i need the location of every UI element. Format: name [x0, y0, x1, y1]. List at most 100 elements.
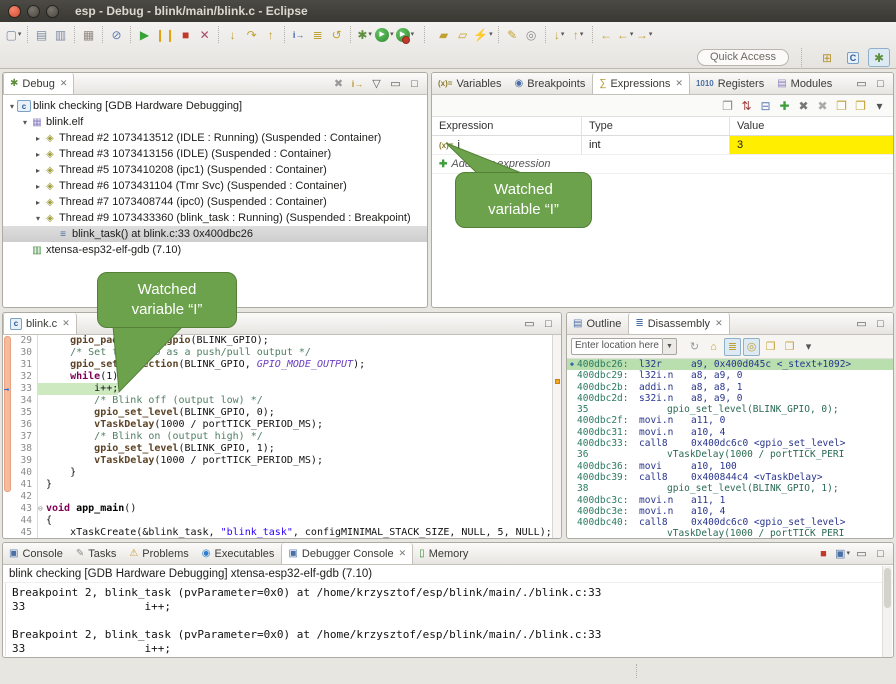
- annotation-column[interactable]: [552, 335, 561, 538]
- debug-icon[interactable]: ✱▾: [356, 26, 373, 44]
- new-wizard-icon[interactable]: ▢▾: [5, 26, 22, 44]
- console-scrollbar[interactable]: [882, 566, 892, 658]
- show-source-icon[interactable]: ≣: [724, 338, 741, 356]
- instruction-mode-icon[interactable]: i→: [349, 75, 366, 93]
- external-tools-icon[interactable]: ▶▾: [396, 26, 415, 44]
- close-icon[interactable]: ✕: [715, 318, 723, 329]
- debug-perspective-icon[interactable]: ✱: [868, 48, 890, 67]
- flash-icon[interactable]: ⚡▾: [473, 26, 492, 44]
- location-dropdown-icon[interactable]: ▼: [663, 338, 677, 355]
- line-number[interactable]: 40: [3, 467, 37, 479]
- location-input[interactable]: Enter location here: [571, 338, 663, 355]
- new-view-icon[interactable]: ❐: [833, 97, 850, 115]
- pin-view-icon[interactable]: ❐: [852, 97, 869, 115]
- home-icon[interactable]: ⌂: [705, 338, 722, 356]
- back-history-icon[interactable]: ←▾: [617, 26, 634, 44]
- back-icon[interactable]: ←: [598, 26, 615, 44]
- debug-tree-item[interactable]: ▾◈Thread #9 1073433360 (blink_task : Run…: [3, 210, 427, 226]
- add-expression-icon[interactable]: ✚: [776, 97, 793, 115]
- restart-icon[interactable]: ↺: [328, 26, 345, 44]
- minimize-icon[interactable]: ▭: [387, 75, 404, 93]
- minimize-icon[interactable]: ▭: [853, 545, 870, 563]
- debug-tree-item[interactable]: ▥xtensa-esp32-elf-gdb (7.10): [3, 242, 427, 258]
- tab-expressions[interactable]: ∑Expressions✕: [592, 73, 690, 94]
- line-number[interactable]: 41: [3, 479, 37, 491]
- debug-tree-item[interactable]: ▸◈Thread #7 1073408744 (ipc0) (Suspended…: [3, 194, 427, 210]
- code-editor[interactable]: → 29 gpio_pad_select_gpio(BLINK_GPIO);30…: [3, 335, 561, 538]
- line-number[interactable]: 43: [3, 503, 37, 515]
- close-icon[interactable]: ✕: [62, 318, 70, 329]
- run-icon[interactable]: ▶▾: [375, 26, 394, 44]
- line-number[interactable]: 29: [3, 335, 37, 347]
- console-output[interactable]: Breakpoint 2, blink_task (pvParameter=0x…: [5, 583, 893, 656]
- save-icon[interactable]: ▤: [33, 26, 50, 44]
- close-icon[interactable]: ✕: [399, 548, 407, 559]
- use-step-filters-icon[interactable]: ≣: [309, 26, 326, 44]
- debug-tree-item[interactable]: ▸◈Thread #5 1073410208 (ipc1) (Suspended…: [3, 162, 427, 178]
- expander-icon[interactable]: ▾: [33, 214, 43, 223]
- tab-disassembly[interactable]: ≣Disassembly✕: [628, 313, 729, 334]
- show-types-icon[interactable]: ❐: [719, 97, 736, 115]
- column-header-type[interactable]: Type: [582, 117, 730, 135]
- minimize-icon[interactable]: ▭: [521, 315, 538, 333]
- tab-debugger-console[interactable]: ▣Debugger Console✕: [281, 543, 413, 564]
- maximize-window-button[interactable]: [46, 5, 59, 18]
- tab-modules[interactable]: ▤Modules: [771, 73, 839, 94]
- line-number[interactable]: 36: [3, 419, 37, 431]
- sync-selection-icon[interactable]: ◎: [743, 338, 760, 356]
- expander-icon[interactable]: ▾: [7, 102, 17, 111]
- line-number[interactable]: 30: [3, 347, 37, 359]
- debug-tree-item[interactable]: ▸◈Thread #2 1073413512 (IDLE : Running) …: [3, 130, 427, 146]
- cpp-perspective-icon[interactable]: C: [842, 48, 864, 67]
- tab-debug[interactable]: ✱ Debug ✕: [3, 73, 74, 94]
- tab-registers[interactable]: 1010Registers: [690, 73, 771, 94]
- view-menu-icon[interactable]: ▾: [800, 338, 817, 356]
- expander-icon[interactable]: ▸: [33, 150, 43, 159]
- line-number[interactable]: 42: [3, 491, 37, 503]
- line-number[interactable]: 38: [3, 443, 37, 455]
- tab-variables[interactable]: (x)=Variables: [432, 73, 509, 94]
- logical-structure-icon[interactable]: ⇅: [738, 97, 755, 115]
- line-number[interactable]: 34: [3, 395, 37, 407]
- display-selected-console-icon[interactable]: ▣▾: [834, 545, 851, 563]
- maximize-icon[interactable]: □: [872, 75, 889, 93]
- line-number[interactable]: 37: [3, 431, 37, 443]
- quick-access-button[interactable]: Quick Access: [697, 49, 789, 66]
- skip-breakpoints-icon[interactable]: ⊘: [108, 26, 125, 44]
- terminate-icon[interactable]: ■: [815, 545, 832, 563]
- refresh-icon[interactable]: ↻: [686, 338, 703, 356]
- column-header-expression[interactable]: Expression: [432, 117, 582, 135]
- debug-tree-item[interactable]: ▾▦blink.elf: [3, 114, 427, 130]
- open-type-icon[interactable]: ▰: [435, 26, 452, 44]
- close-icon[interactable]: ✕: [675, 78, 683, 89]
- line-number[interactable]: 44: [3, 515, 37, 527]
- debug-tree-item[interactable]: ▸◈Thread #3 1073413156 (IDLE) (Suspended…: [3, 146, 427, 162]
- tab-console[interactable]: ▣Console: [3, 543, 70, 564]
- minimize-icon[interactable]: ▭: [853, 75, 870, 93]
- line-number[interactable]: 35: [3, 407, 37, 419]
- step-into-icon[interactable]: ↓: [224, 26, 241, 44]
- suspend-icon[interactable]: ❙❙: [155, 26, 175, 44]
- save-all-icon[interactable]: ▥: [52, 26, 69, 44]
- close-window-button[interactable]: [8, 5, 21, 18]
- expander-icon[interactable]: ▸: [33, 134, 43, 143]
- open-perspective-icon[interactable]: ⊞: [816, 48, 838, 67]
- line-number[interactable]: 45: [3, 527, 37, 539]
- terminate-icon[interactable]: ■: [177, 26, 194, 44]
- mark-occurrences-icon[interactable]: ✎: [504, 26, 521, 44]
- build-all-icon[interactable]: ▦: [80, 26, 97, 44]
- tab-tasks[interactable]: ✎Tasks: [70, 543, 124, 564]
- last-edit-location-icon[interactable]: ↓▾: [551, 26, 568, 44]
- debug-tree-item[interactable]: ▸◈Thread #6 1073431104 (Tmr Svc) (Suspen…: [3, 178, 427, 194]
- expander-icon[interactable]: ▸: [33, 182, 43, 191]
- step-over-icon[interactable]: ↷: [243, 26, 260, 44]
- forward-icon[interactable]: →▾: [636, 26, 653, 44]
- open-resource-icon[interactable]: ▱: [454, 26, 471, 44]
- maximize-icon[interactable]: □: [872, 545, 889, 563]
- expander-icon[interactable]: ▸: [33, 166, 43, 175]
- maximize-icon[interactable]: □: [540, 315, 557, 333]
- debug-tree-item[interactable]: ≡blink_task() at blink.c:33 0x400dbc26: [3, 226, 427, 242]
- minimize-icon[interactable]: ▭: [853, 315, 870, 333]
- tab-executables[interactable]: ◉Executables: [196, 543, 282, 564]
- pin-view-icon[interactable]: ❐: [781, 338, 798, 356]
